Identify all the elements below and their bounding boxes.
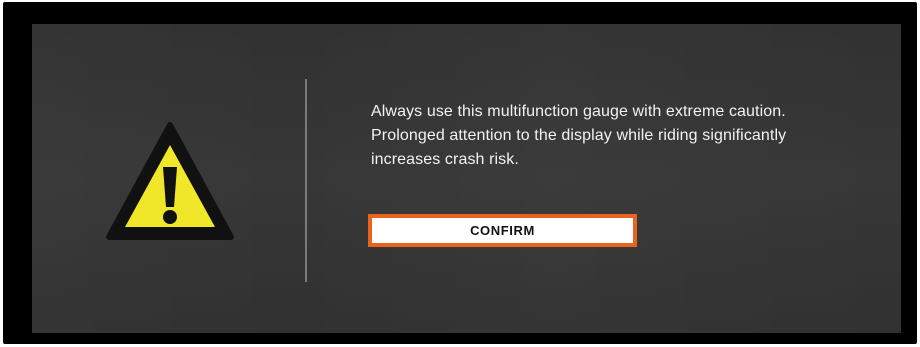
gauge-screen: Always use this multifunction gauge with…	[32, 24, 901, 333]
vertical-divider	[305, 79, 307, 282]
confirm-button[interactable]: CONFIRM	[368, 214, 637, 247]
caution-message: Always use this multifunction gauge with…	[371, 103, 787, 168]
warning-icon	[106, 122, 234, 240]
display-bezel: Always use this multifunction gauge with…	[3, 2, 917, 344]
